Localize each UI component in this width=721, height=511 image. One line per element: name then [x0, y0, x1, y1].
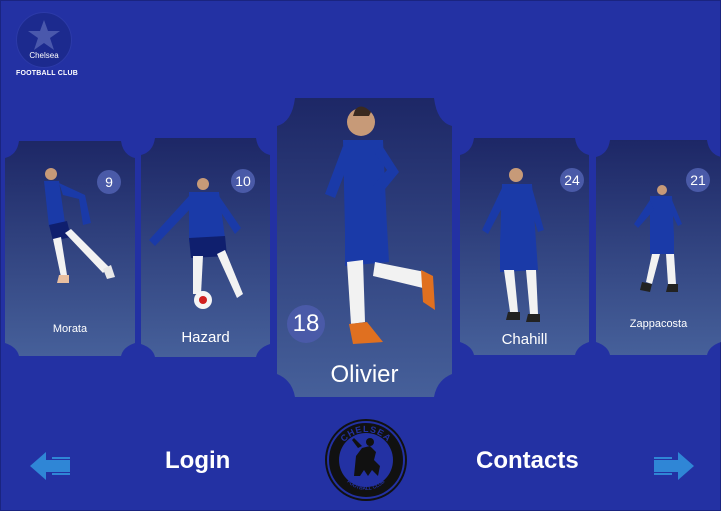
player-name-label: Morata — [52, 323, 88, 335]
player-card-chahill[interactable]: 24 Chahill — [460, 138, 589, 355]
player-number-badge: 24 — [560, 168, 584, 192]
player-name-label: Hazard — [181, 329, 230, 346]
player-number-badge: 9 — [97, 170, 121, 194]
player-name-label: Chahill — [501, 331, 548, 348]
player-card-olivier[interactable]: 18 Olivier — [277, 98, 452, 397]
player-card-morata[interactable]: 9 Morata — [5, 141, 135, 356]
player-image-hazard — [149, 178, 243, 309]
player-number-badge: 18 — [287, 305, 325, 343]
arrow-right-icon[interactable] — [652, 450, 694, 487]
player-card-zappacosta[interactable]: 21 Zappacosta — [596, 140, 721, 355]
contacts-link[interactable]: Contacts — [476, 447, 579, 475]
player-name-label: Zappacosta — [629, 318, 688, 330]
chelsea-crest-icon: CHELSEA FOOTBALL CLUB — [325, 419, 407, 501]
logo-text: Chelsea — [29, 51, 59, 60]
club-label: FOOTBALL CLUB — [16, 70, 78, 77]
login-link[interactable]: Login — [165, 447, 230, 475]
club-logo[interactable]: Chelsea — [16, 12, 72, 68]
player-name-label: Olivier — [330, 361, 399, 388]
player-number-badge: 10 — [231, 169, 255, 193]
star-icon — [28, 20, 60, 50]
player-card-hazard[interactable]: 10 Hazard — [141, 138, 270, 357]
player-number-badge: 21 — [686, 168, 710, 192]
player-image-chahill — [482, 168, 544, 322]
arrow-left-icon[interactable] — [30, 450, 72, 487]
player-image-zappacosta — [634, 185, 682, 292]
player-image-olivier — [325, 106, 435, 344]
